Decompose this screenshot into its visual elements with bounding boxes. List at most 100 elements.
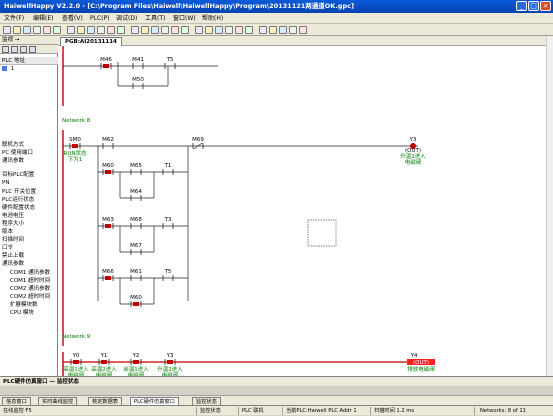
ladder-diagram[interactable]: M46 M41 T5 M50 Network 8 SM0 RUN状态下为1 M62 M69 Y3 (… (58, 46, 546, 376)
redo-icon[interactable] (87, 26, 95, 34)
open-file-icon[interactable] (13, 26, 21, 34)
coil-address: Y3 (409, 137, 417, 143)
left-panel-header: 监视 → (0, 36, 58, 45)
menu-debug[interactable]: 调试(D) (116, 14, 137, 23)
menu-help[interactable]: 帮助(H) (202, 14, 223, 23)
contact-nc-icon[interactable] (181, 26, 189, 34)
tree-item[interactable]: 口令 (2, 245, 13, 252)
tree-item[interactable]: 版本 (2, 229, 13, 236)
plc-address-header: PLC 地址 (0, 57, 58, 65)
monitor-icon[interactable] (161, 26, 169, 34)
tree-item[interactable]: PLC 开关位置 (2, 189, 36, 196)
comment-icon[interactable] (269, 26, 277, 34)
minimize-button[interactable]: _ (516, 1, 527, 11)
network-label: Network 9 (62, 334, 91, 340)
menu-tools[interactable]: 工具(T) (145, 14, 165, 23)
tree-item[interactable]: 硬件配置状态 (2, 205, 35, 212)
menu-file[interactable]: 文件(F) (4, 14, 24, 23)
tree-item[interactable]: COM2 通讯参数 (10, 286, 50, 293)
tree-item[interactable]: 扩展模块数 (10, 302, 38, 309)
tree-item[interactable]: 禁止上载 (2, 253, 24, 260)
delete-icon[interactable] (235, 26, 243, 34)
contact-state (105, 224, 111, 228)
tree-item[interactable]: 目标PLC配置 (2, 172, 34, 179)
refresh-icon[interactable] (11, 46, 18, 53)
maximize-button[interactable]: □ (528, 1, 539, 11)
contact-no-icon[interactable] (171, 26, 179, 34)
contact-comment: 升温2进入 (157, 365, 183, 373)
plc-address-row[interactable]: 1 (0, 65, 58, 74)
tree-item[interactable]: COM1 超时时间 (10, 278, 50, 285)
contact-address: T5 (164, 269, 172, 275)
tree-item[interactable]: 通讯参数 (2, 158, 24, 165)
cut-icon[interactable] (43, 26, 51, 34)
menu-window[interactable]: 窗口(W) (173, 14, 196, 23)
tree-item[interactable]: PN (2, 180, 9, 187)
help-icon[interactable] (299, 26, 307, 34)
network-icon[interactable] (279, 26, 287, 34)
close-button[interactable]: × (540, 1, 551, 11)
menu-plc[interactable]: PLC(P) (90, 14, 109, 23)
contact-address: M66 (102, 269, 114, 275)
tree-item[interactable]: COM2 超时时间 (10, 294, 50, 301)
print-icon[interactable] (33, 26, 41, 34)
copy-icon[interactable] (53, 26, 61, 34)
contact-address: M65 (130, 163, 142, 169)
coil-icon[interactable] (195, 26, 203, 34)
bottom-panel-title: PLC硬件仿真窗口 — 监控状态 (0, 376, 553, 386)
paste-icon[interactable] (67, 26, 75, 34)
connect-icon[interactable] (2, 46, 9, 53)
tree-item[interactable]: 联机方式 (2, 142, 24, 149)
tree-item[interactable]: 电池电压 (2, 213, 24, 220)
tree-item[interactable]: PLC运行状态 (2, 197, 34, 204)
download-icon[interactable] (117, 26, 125, 34)
document-tab[interactable]: PGB:AI20131114 (60, 37, 122, 46)
contact-address: M61 (130, 269, 142, 275)
zoom-out-icon[interactable] (259, 26, 267, 34)
contact-comment: RUN状态 (64, 149, 87, 157)
contact-address: M41 (132, 57, 144, 63)
save-icon[interactable] (23, 26, 31, 34)
contact-address: SM0 (69, 137, 81, 143)
contact-address: T1 (164, 163, 172, 169)
settings-icon[interactable] (29, 46, 36, 53)
undo-icon[interactable] (77, 26, 85, 34)
zoom-in-icon[interactable] (245, 26, 253, 34)
new-file-icon[interactable] (3, 26, 11, 34)
contact-address: T3 (164, 217, 172, 223)
find-icon[interactable] (97, 26, 105, 34)
status-divider (196, 407, 197, 415)
tree-item[interactable]: COM1 通讯参数 (10, 270, 50, 277)
contact-address: M60 (130, 295, 142, 301)
tree-item[interactable]: PC 使用端口 (2, 150, 33, 157)
contact-address: M46 (100, 57, 112, 63)
vline-icon[interactable] (225, 26, 233, 34)
function-icon[interactable] (205, 26, 213, 34)
monitor-icon[interactable] (20, 46, 27, 53)
contact-address: M50 (132, 77, 144, 83)
stop-icon[interactable] (151, 26, 159, 34)
vertical-scrollbar[interactable] (546, 36, 553, 376)
contact-state (133, 302, 139, 306)
status-divider (370, 407, 371, 415)
cross-ref-icon[interactable] (289, 26, 297, 34)
coil-comment: 升温2进入 (400, 152, 426, 160)
coil-comment: 电磁阀 (405, 158, 422, 166)
run-icon[interactable] (141, 26, 149, 34)
contact-address: Y2 (132, 353, 140, 359)
coil-address: Y4 (410, 353, 418, 359)
coil-type: (OUT) (413, 360, 429, 366)
menu-edit[interactable]: 编辑(E) (33, 14, 53, 23)
hline-icon[interactable] (215, 26, 223, 34)
upload-icon[interactable] (131, 26, 139, 34)
tree-item[interactable]: 通讯参数 (2, 261, 24, 268)
contact-comment: 高温1进入 (63, 365, 89, 373)
tree-item[interactable]: 扫描时间 (2, 237, 24, 244)
tree-item[interactable]: 程序大小 (2, 221, 24, 228)
contact-state (101, 360, 107, 364)
status-divider (474, 407, 475, 415)
menu-view[interactable]: 查看(V) (62, 14, 83, 23)
window-title: HaiwellHappy V2.2.0 - [C:\Program Files\… (4, 2, 354, 10)
tree-item[interactable]: CPU 模块 (10, 310, 34, 317)
compile-icon[interactable] (107, 26, 115, 34)
